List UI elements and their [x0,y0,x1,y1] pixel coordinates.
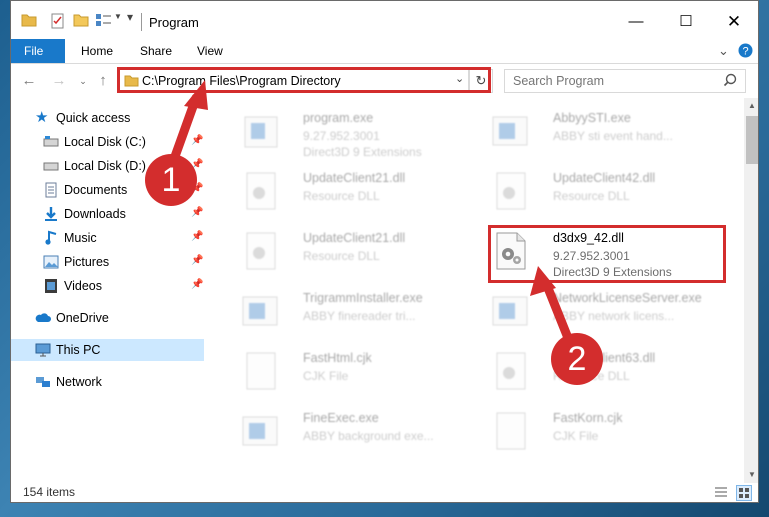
arrow-1-head [184,80,208,110]
step-badge-1: 1 [145,154,197,206]
step-badge-2: 2 [551,333,603,385]
annotation-overlay [163,80,577,353]
